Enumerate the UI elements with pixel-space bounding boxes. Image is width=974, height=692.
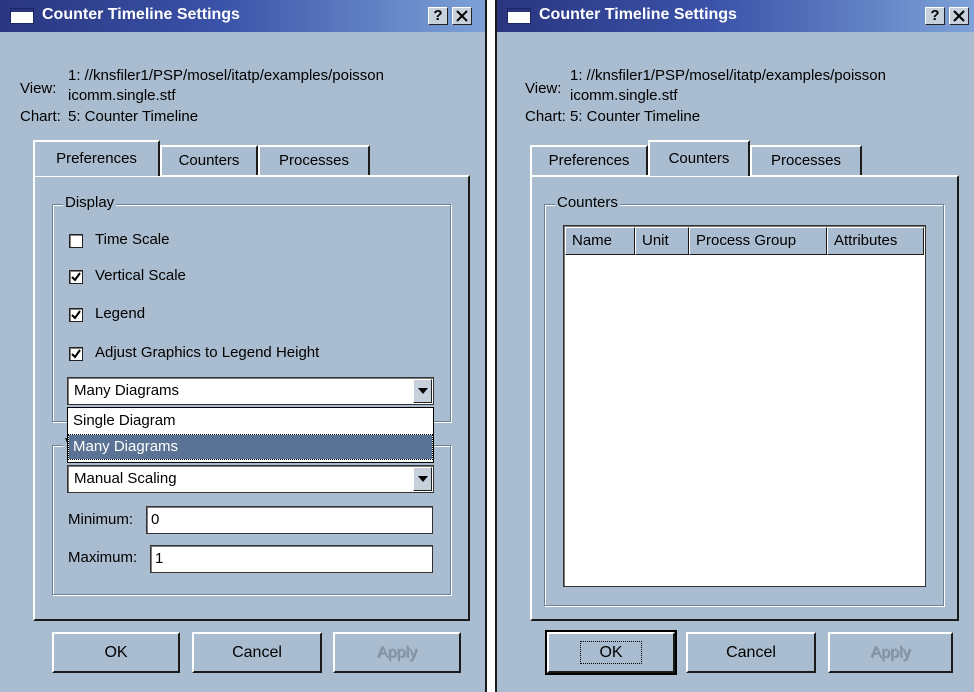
counters-list[interactable]: Name Unit Process Group Attributes bbox=[563, 225, 926, 587]
time-scale-checkbox[interactable] bbox=[69, 234, 83, 248]
apply-button[interactable]: Apply bbox=[333, 632, 461, 673]
tab-preferences[interactable]: Preferences bbox=[33, 140, 160, 176]
checkmark-icon bbox=[71, 272, 81, 282]
apply-button[interactable]: Apply bbox=[828, 632, 953, 673]
window-icon bbox=[507, 8, 531, 24]
column-header-attributes[interactable]: Attributes bbox=[827, 227, 924, 255]
vertical-scale-checkbox[interactable] bbox=[69, 270, 83, 284]
window-title: Counter Timeline Settings bbox=[539, 6, 737, 23]
column-header-unit[interactable]: Unit bbox=[635, 227, 689, 255]
minimum-label: Minimum: bbox=[68, 511, 134, 528]
column-header-name[interactable]: Name bbox=[565, 227, 635, 255]
option-single-diagram[interactable]: Single Diagram bbox=[69, 409, 432, 433]
legend-label: Legend bbox=[95, 305, 146, 322]
minimum-value: 0 bbox=[151, 511, 160, 528]
cancel-button[interactable]: Cancel bbox=[192, 632, 322, 673]
chart-value: 5: Counter Timeline bbox=[570, 108, 701, 125]
maximum-field[interactable]: 1 bbox=[150, 545, 433, 573]
help-button[interactable]: ? bbox=[925, 7, 945, 25]
diagram-mode-combo[interactable]: Many Diagrams bbox=[67, 377, 434, 405]
adjust-graphics-checkbox[interactable] bbox=[69, 347, 83, 361]
close-icon bbox=[953, 10, 965, 22]
cancel-button[interactable]: Cancel bbox=[686, 632, 816, 673]
maximum-label: Maximum: bbox=[68, 549, 138, 566]
maximum-value: 1 bbox=[155, 550, 164, 567]
chevron-down-icon[interactable] bbox=[413, 379, 432, 403]
chart-label: Chart: bbox=[525, 108, 566, 125]
view-label: View: bbox=[20, 80, 57, 97]
vertical-scale-label: Vertical Scale bbox=[95, 267, 186, 284]
tab-processes[interactable]: Processes bbox=[750, 145, 862, 176]
counters-panel: Counters Name Unit Process Group Attribu… bbox=[530, 175, 959, 621]
chart-label: Chart: bbox=[20, 108, 61, 125]
legend-checkbox[interactable] bbox=[69, 308, 83, 322]
tab-processes[interactable]: Processes bbox=[258, 145, 370, 176]
close-icon bbox=[456, 10, 468, 22]
scaling-mode-value: Manual Scaling bbox=[74, 470, 177, 487]
ok-button[interactable]: OK bbox=[52, 632, 180, 673]
view-label: View: bbox=[525, 80, 562, 97]
view-path-line1: 1: //knsfiler1/PSP/mosel/itatp/examples/… bbox=[68, 67, 384, 84]
settings-dialog-counters: Counter Timeline Settings ? View: 1: //k… bbox=[495, 0, 974, 692]
counters-group: Counters Name Unit Process Group Attribu… bbox=[544, 194, 944, 606]
chart-value: 5: Counter Timeline bbox=[68, 108, 199, 125]
scaling-mode-combo[interactable]: Manual Scaling bbox=[67, 465, 434, 493]
view-path-line2: icomm.single.stf bbox=[570, 87, 678, 104]
title-bar[interactable]: Counter Timeline Settings ? bbox=[0, 0, 485, 32]
adjust-graphics-label: Adjust Graphics to Legend Height bbox=[95, 344, 320, 361]
chevron-down-icon[interactable] bbox=[413, 467, 432, 491]
diagram-mode-value: Many Diagrams bbox=[74, 382, 180, 399]
tab-counters[interactable]: Counters bbox=[160, 145, 258, 176]
settings-dialog-preferences: Counter Timeline Settings ? View: 1: //k… bbox=[0, 0, 487, 692]
counters-group-label: Counters bbox=[555, 194, 620, 211]
checkmark-icon bbox=[71, 310, 81, 320]
time-scale-label: Time Scale bbox=[95, 231, 170, 248]
ok-button[interactable]: OK bbox=[545, 630, 677, 675]
view-path-line1: 1: //knsfiler1/PSP/mosel/itatp/examples/… bbox=[570, 67, 886, 84]
tab-counters[interactable]: Counters bbox=[648, 140, 750, 176]
column-header-process-group[interactable]: Process Group bbox=[689, 227, 827, 255]
display-group-label: Display bbox=[63, 194, 117, 211]
diagram-mode-dropdown: Single Diagram Many Diagrams bbox=[67, 407, 434, 463]
ok-label: OK bbox=[580, 641, 642, 664]
window-title: Counter Timeline Settings bbox=[42, 6, 240, 23]
title-bar[interactable]: Counter Timeline Settings ? bbox=[497, 0, 974, 32]
close-button[interactable] bbox=[949, 7, 969, 25]
close-button[interactable] bbox=[452, 7, 472, 25]
view-path-line2: icomm.single.stf bbox=[68, 87, 176, 104]
tab-preferences[interactable]: Preferences bbox=[530, 145, 648, 176]
checkmark-icon bbox=[71, 349, 81, 359]
help-button[interactable]: ? bbox=[428, 7, 448, 25]
option-many-diagrams[interactable]: Many Diagrams bbox=[68, 434, 433, 460]
window-icon bbox=[10, 8, 34, 24]
minimum-field[interactable]: 0 bbox=[146, 506, 433, 534]
